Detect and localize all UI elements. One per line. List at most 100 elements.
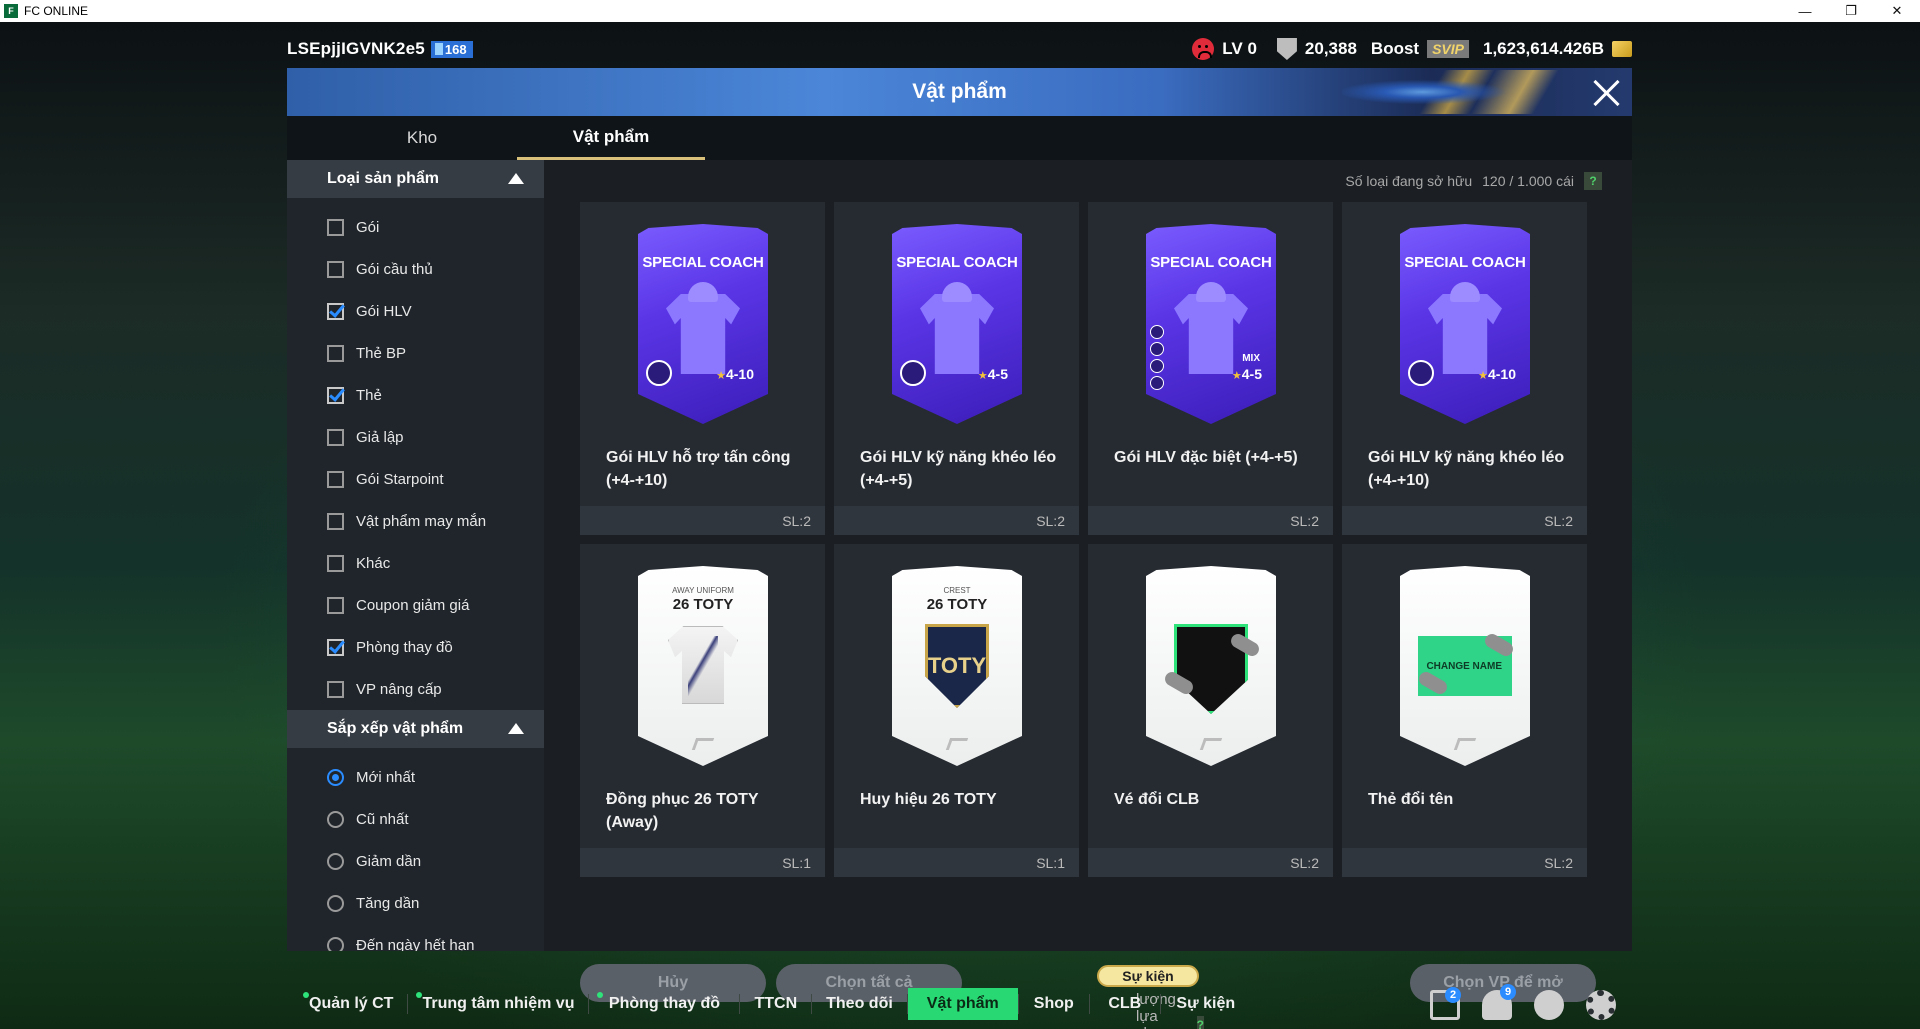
checkbox[interactable] bbox=[327, 428, 344, 446]
nav-label: Shop bbox=[1033, 995, 1074, 1012]
item-card[interactable]: Vé đổi CLB SL:2 bbox=[1088, 544, 1333, 877]
filter-item[interactable]: Giả lập bbox=[287, 416, 544, 458]
fc-logo-icon bbox=[1453, 738, 1477, 750]
filter-item[interactable]: Thẻ bbox=[287, 374, 544, 416]
radio-button[interactable] bbox=[327, 768, 344, 786]
close-window-button[interactable]: ✕ bbox=[1874, 0, 1920, 22]
item-name: Gói HLV kỹ năng khéo léo (+4-+10) bbox=[1368, 449, 1565, 489]
tab-vat-pham[interactable]: Vật phẩm bbox=[517, 116, 705, 160]
collapse-arrow-icon[interactable] bbox=[508, 173, 524, 184]
item-content: Số loại đang sở hữu 120 / 1.000 cái ? SP… bbox=[544, 160, 1632, 1029]
collapse-arrow-icon[interactable] bbox=[508, 723, 524, 734]
filter-label: Gói bbox=[356, 218, 380, 236]
filter-label: Giả lập bbox=[356, 428, 404, 446]
bell-icon[interactable]: 9 bbox=[1482, 984, 1516, 1020]
sort-option[interactable]: Tăng dần bbox=[287, 882, 544, 924]
range-to: 10 bbox=[1500, 366, 1516, 382]
sort-option[interactable]: Cũ nhất bbox=[287, 798, 544, 840]
nav-item[interactable]: Sự kiện bbox=[1161, 988, 1251, 1020]
checkbox[interactable] bbox=[327, 302, 344, 320]
filter-label: Khác bbox=[356, 554, 391, 572]
nav-item[interactable]: Shop bbox=[1019, 988, 1089, 1020]
nav-item[interactable]: TTCN bbox=[740, 988, 811, 1020]
nav-item[interactable]: Quản lý CT bbox=[295, 988, 407, 1020]
item-card[interactable]: SPECIAL COACH ★4-10 Gói HLV kỹ năng khéo l… bbox=[1342, 202, 1587, 535]
restore-button[interactable]: ❐ bbox=[1828, 0, 1874, 22]
filter-item[interactable]: VP nâng cấp bbox=[287, 668, 544, 710]
nav-item[interactable]: Theo dõi bbox=[812, 988, 907, 1020]
profile-icon[interactable] bbox=[1534, 990, 1564, 1020]
card-kicker: AWAY UNIFORM bbox=[672, 586, 734, 595]
sort-option[interactable]: Mới nhất bbox=[287, 756, 544, 798]
nav-label: Vật phẩm bbox=[926, 995, 999, 1012]
filter-label: Phòng thay đồ bbox=[356, 638, 453, 656]
filter-item[interactable]: Coupon giảm giá bbox=[287, 584, 544, 626]
filter-item[interactable]: Gói cầu thủ bbox=[287, 248, 544, 290]
gear-icon[interactable] bbox=[1586, 990, 1616, 1020]
nav-item[interactable]: Vật phẩm bbox=[907, 988, 1018, 1020]
help-icon[interactable]: ? bbox=[1584, 172, 1602, 190]
cap-icon bbox=[1450, 282, 1480, 302]
checkbox[interactable] bbox=[327, 680, 344, 698]
checkbox[interactable] bbox=[327, 470, 344, 488]
item-thumbnail bbox=[1146, 566, 1276, 766]
item-card[interactable]: AWAY UNIFORM 26 TOTY Đồng phục 26 TOTY (Aw… bbox=[580, 544, 825, 877]
upgrade-range: ★4-10 bbox=[1478, 366, 1516, 382]
notification-badge: 9 bbox=[1500, 984, 1516, 1000]
sort-option[interactable]: Giảm dần bbox=[287, 840, 544, 882]
radio-button[interactable] bbox=[327, 852, 344, 870]
close-modal-button[interactable] bbox=[1586, 72, 1626, 112]
filter-item[interactable]: Vật phẩm may mắn bbox=[287, 500, 544, 542]
checkbox[interactable] bbox=[327, 218, 344, 236]
filter-item[interactable]: Thẻ BP bbox=[287, 332, 544, 374]
card-title: SPECIAL COACH bbox=[896, 254, 1018, 271]
mail-icon[interactable]: 2 bbox=[1430, 987, 1461, 1020]
type-icons bbox=[1150, 325, 1164, 390]
checkbox[interactable] bbox=[327, 344, 344, 362]
filter-item[interactable]: Gói Starpoint bbox=[287, 458, 544, 500]
app-logo-icon: F bbox=[4, 4, 18, 18]
owned-label: Số loại đang sở hữu bbox=[1345, 173, 1473, 189]
nav-item[interactable]: Phòng thay đồ bbox=[589, 988, 739, 1020]
filter-item[interactable]: Khác bbox=[287, 542, 544, 584]
sort-option[interactable]: Đến ngày hết hạn bbox=[287, 924, 544, 951]
item-card[interactable]: SPECIAL COACH MIX ★4-5 Gói HLV đặc biệt (+4… bbox=[1088, 202, 1333, 535]
radio-button[interactable] bbox=[327, 894, 344, 912]
filter-section-header[interactable]: Loại sản phẩm bbox=[287, 160, 544, 198]
card-title: SPECIAL COACH bbox=[1404, 254, 1526, 271]
item-card[interactable]: SPECIAL COACH ★4-5 Gói HLV kỹ năng khéo lé… bbox=[834, 202, 1079, 535]
radio-button[interactable] bbox=[327, 810, 344, 828]
sort-section-header[interactable]: Sắp xếp vật phẩm bbox=[287, 710, 544, 748]
item-card[interactable]: CHANGE NAME Thẻ đổi tên SL:2 bbox=[1342, 544, 1587, 877]
star-icon: ★ bbox=[977, 370, 988, 382]
range-from: 4 bbox=[725, 366, 734, 382]
checkbox[interactable] bbox=[327, 638, 344, 656]
shield-icon bbox=[1276, 38, 1297, 60]
filter-item[interactable]: Phòng thay đồ bbox=[287, 626, 544, 668]
tab-kho[interactable]: Kho bbox=[327, 116, 517, 160]
checkbox[interactable] bbox=[327, 386, 344, 404]
item-quantity-bar: SL:1 bbox=[834, 848, 1079, 877]
nav-item[interactable]: CLB bbox=[1090, 988, 1160, 1020]
type-mini-icon bbox=[1150, 359, 1164, 373]
status-bar: LSEpjjIGVNK2e5 168 LV 0 20,388 Boost SVI… bbox=[287, 36, 1632, 62]
item-card[interactable]: SPECIAL COACH ★4-10 Gói HLV hỗ trợ tấn côn… bbox=[580, 202, 825, 535]
filter-list: Gói Gói cầu thủ Gói HLV Thẻ BP Thẻ Giả lập Gói… bbox=[287, 198, 544, 710]
jersey-icon bbox=[1174, 294, 1248, 374]
filter-label: Thẻ bbox=[356, 386, 382, 404]
filter-item[interactable]: Gói bbox=[287, 206, 544, 248]
checkbox[interactable] bbox=[327, 554, 344, 572]
checkbox[interactable] bbox=[327, 512, 344, 530]
coach-pack-card: SPECIAL COACH ★4-10 bbox=[1400, 224, 1530, 424]
checkbox[interactable] bbox=[327, 596, 344, 614]
nav-item[interactable]: Trung tâm nhiệm vụ bbox=[408, 988, 588, 1020]
filter-item[interactable]: Gói HLV bbox=[287, 290, 544, 332]
item-card[interactable]: CREST 26 TOTY TOTY Huy hiệu 26 TOTY SL:1 bbox=[834, 544, 1079, 877]
radio-button[interactable] bbox=[327, 936, 344, 951]
sort-label: Mới nhất bbox=[356, 768, 416, 786]
coach-type-icon bbox=[1408, 360, 1434, 386]
minimize-button[interactable]: — bbox=[1782, 0, 1828, 22]
fc-logo-icon bbox=[691, 738, 715, 750]
item-quantity-bar: SL:1 bbox=[580, 848, 825, 877]
checkbox[interactable] bbox=[327, 260, 344, 278]
